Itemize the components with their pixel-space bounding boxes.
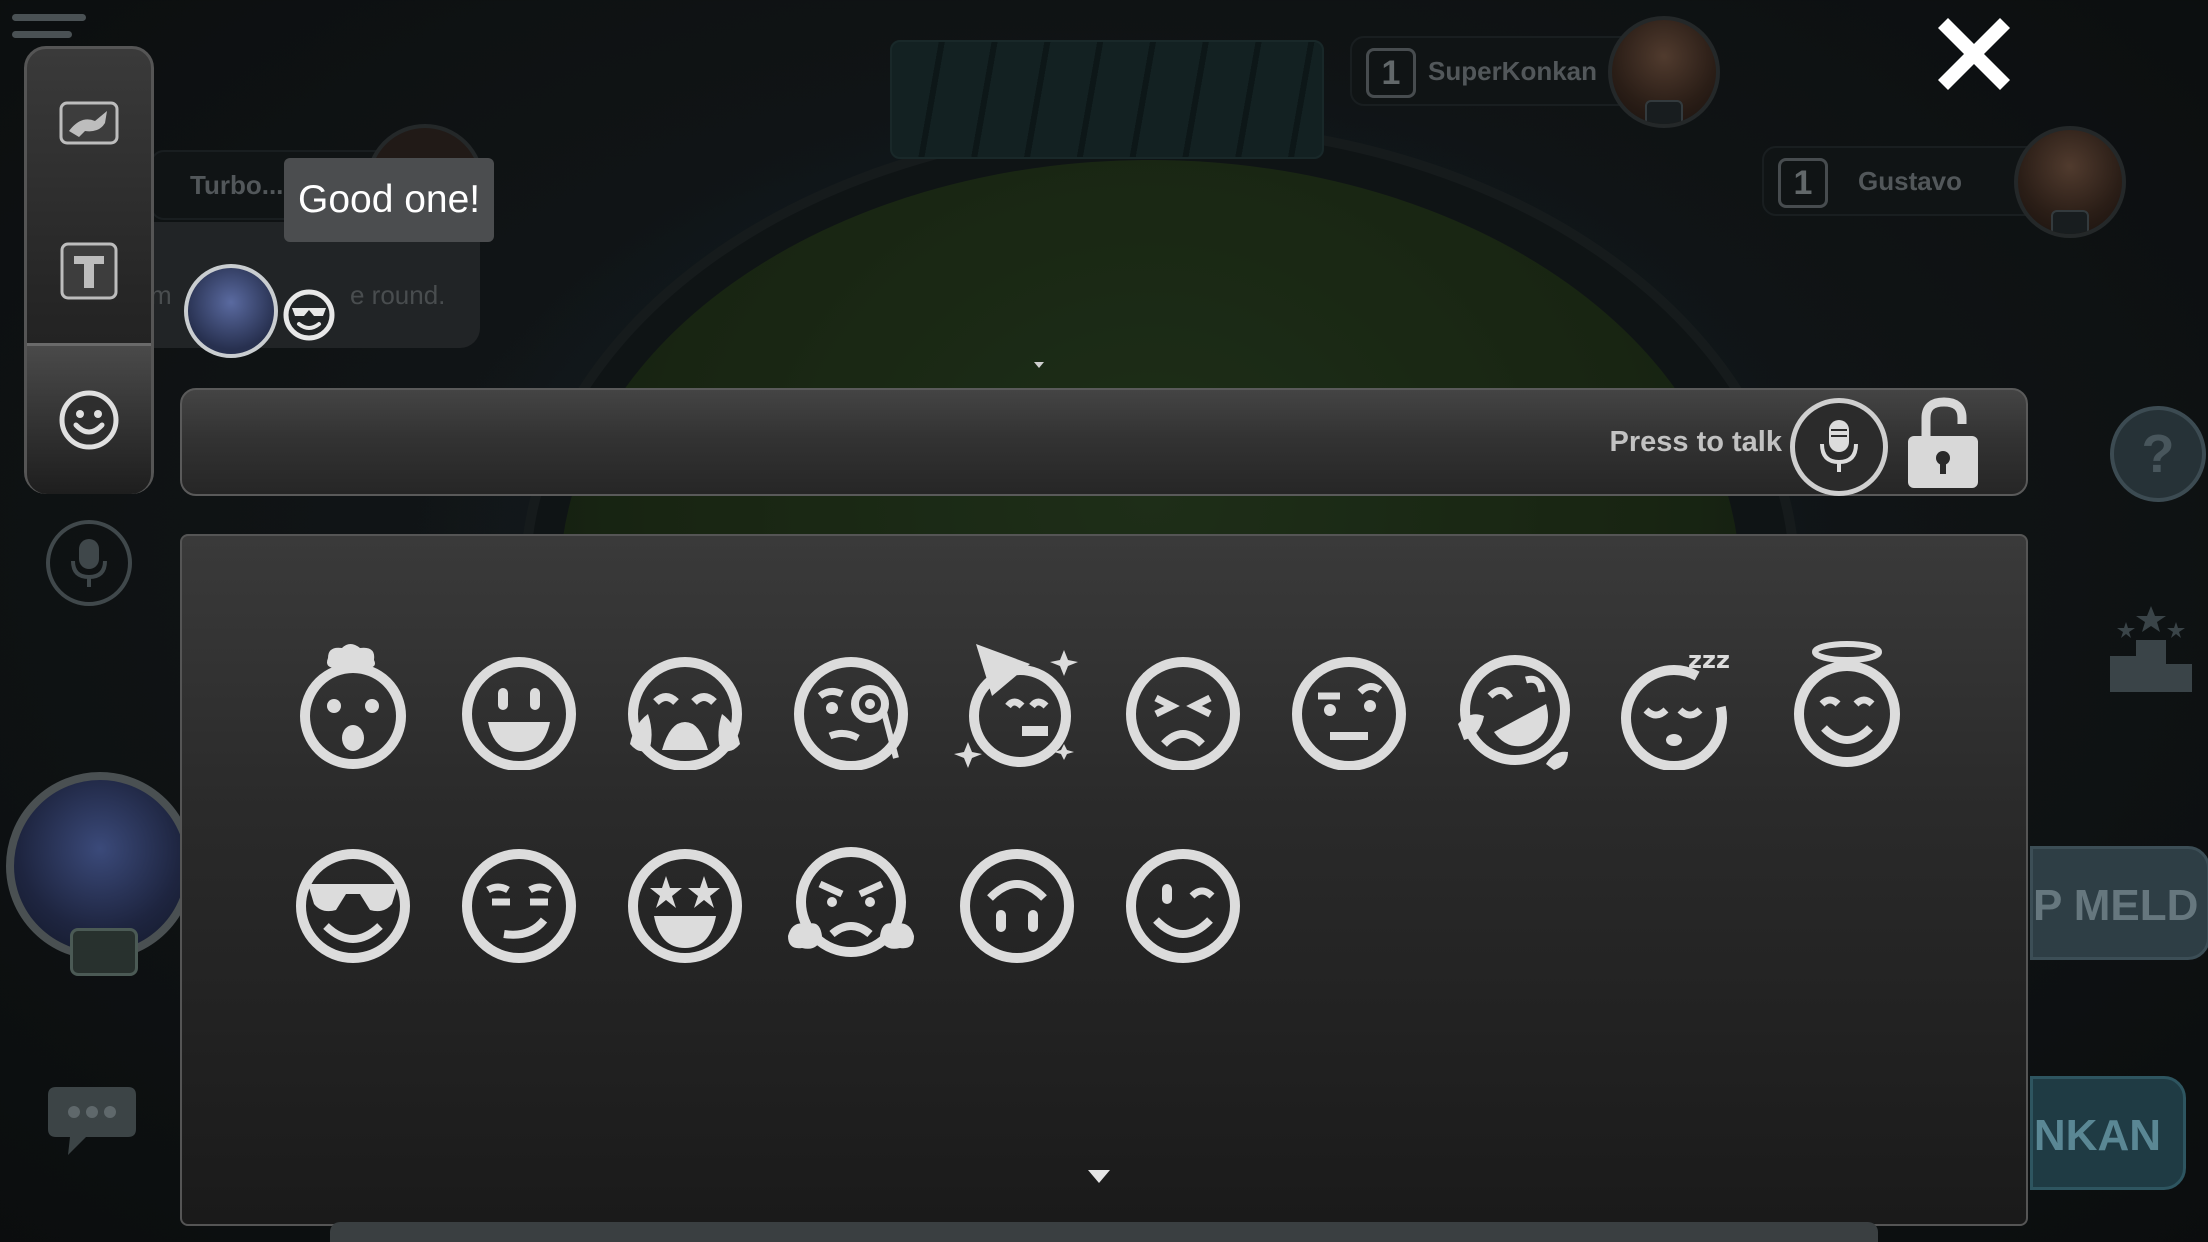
smirking-face-icon[interactable]	[454, 840, 584, 970]
exploding-head-icon[interactable]	[288, 640, 418, 770]
upside-down-face-icon[interactable]	[952, 840, 1082, 970]
winking-face-icon[interactable]	[1118, 840, 1248, 970]
quick-chat-tab[interactable]	[27, 49, 151, 197]
loudly-crying-face-icon[interactable]	[620, 640, 750, 770]
grinning-face-icon[interactable]	[454, 640, 584, 770]
close-icon[interactable]	[1934, 12, 2014, 92]
hand-cards-strip	[330, 1222, 1878, 1242]
help-button[interactable]: ?	[2110, 406, 2206, 502]
face-with-steam-icon[interactable]	[786, 840, 916, 970]
menu-icon[interactable]	[12, 14, 86, 48]
emoji-tab[interactable]	[27, 343, 151, 494]
sunglasses-emoji-icon	[283, 289, 335, 341]
smiling-face-with-halo-icon[interactable]	[1782, 640, 1912, 770]
unlock-icon[interactable]	[1904, 396, 1982, 490]
sleeping-face-icon[interactable]: zzz	[1616, 640, 1746, 770]
voice-chat-bar: Press to talk	[180, 388, 2028, 496]
text-chat-tab[interactable]	[27, 197, 151, 345]
star-struck-icon[interactable]	[620, 840, 750, 970]
press-to-talk-button[interactable]	[1790, 398, 1888, 496]
emoji-panel: zzz	[180, 534, 2028, 1226]
leaderboard-podium-icon[interactable]	[2108, 604, 2194, 694]
panel-collapse-arrow-icon[interactable]	[1088, 1170, 1110, 1183]
meld-button[interactable]: P MELD	[2030, 846, 2208, 960]
partying-face-icon[interactable]	[952, 640, 1082, 770]
chat-tooltip: Good one!	[284, 158, 495, 242]
chat-bubble-icon[interactable]	[46, 1085, 138, 1161]
face-with-monocle-icon[interactable]	[786, 640, 916, 770]
smiley-icon	[59, 390, 119, 450]
rolling-on-floor-laughing-icon[interactable]	[1450, 640, 1580, 770]
microphone-icon	[71, 539, 107, 587]
self-avatar-badge	[70, 928, 138, 976]
text-t-icon	[60, 242, 118, 300]
microphone-toggle[interactable]	[46, 520, 132, 606]
smiling-face-with-sunglasses-icon[interactable]	[288, 840, 418, 970]
rabbit-icon	[59, 101, 119, 145]
konkan-button[interactable]: NKAN	[2030, 1076, 2186, 1190]
svg-text:zzz: zzz	[1688, 646, 1730, 674]
press-to-talk-label: Press to talk	[1609, 426, 1782, 458]
collapse-arrow-icon[interactable]	[1034, 362, 1044, 368]
persevering-face-icon[interactable]	[1118, 640, 1248, 770]
chat-type-selector	[24, 46, 154, 494]
message-sender-avatar	[184, 264, 278, 358]
face-with-raised-eyebrow-icon[interactable]	[1284, 640, 1414, 770]
microphone-icon	[1820, 420, 1858, 472]
